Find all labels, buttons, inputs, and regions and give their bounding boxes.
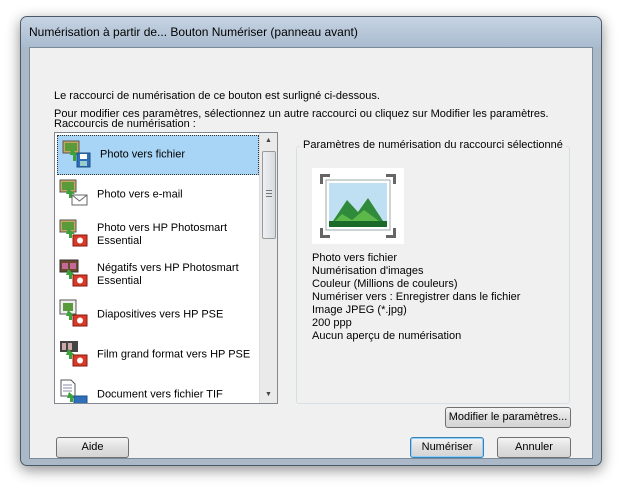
list-item-document-to-tif[interactable]: Document vers fichier TIF xyxy=(55,375,259,403)
list-item-label: Photo vers HP Photosmart Essential xyxy=(97,222,228,247)
settings-details: Photo vers fichier Numérisation d'images… xyxy=(312,252,520,343)
photo-preview-icon xyxy=(320,174,396,238)
shortcuts-list[interactable]: Photo vers fichier Photo vers e-mail Pho… xyxy=(54,132,278,404)
preview-thumbnail xyxy=(312,168,404,244)
dialog-body: Le raccourci de numérisation de ce bouto… xyxy=(29,47,593,459)
detail-line: Aucun aperçu de numérisation xyxy=(312,330,462,342)
document-to-tif-icon xyxy=(59,378,89,403)
list-item-label: Film grand format vers HP PSE xyxy=(97,348,251,361)
scroll-down-arrow-icon[interactable]: ▼ xyxy=(260,387,277,403)
list-item-large-film-to-hp[interactable]: Film grand format vers HP PSE xyxy=(55,335,259,375)
shortcuts-label: Raccourcis de numérisation : xyxy=(54,118,196,130)
photo-to-email-icon xyxy=(59,178,89,208)
help-button[interactable]: Aide xyxy=(56,437,129,458)
detail-line: Numériser vers : Enregistrer dans le fic… xyxy=(312,291,521,303)
scan-button[interactable]: Numériser xyxy=(410,437,484,458)
scroll-thumb[interactable] xyxy=(262,151,276,239)
list-item-label: Document vers fichier TIF xyxy=(97,388,223,401)
list-item-label: Négatifs vers HP Photosmart Essential xyxy=(97,262,239,287)
list-item-photo-to-hp[interactable]: Photo vers HP Photosmart Essential xyxy=(55,215,259,255)
photo-to-file-icon xyxy=(62,139,92,169)
detail-line: Image JPEG (*.jpg) xyxy=(312,304,407,316)
large-film-to-hp-icon xyxy=(59,338,89,368)
intro-line-1: Le raccourci de numérisation de ce bouto… xyxy=(54,90,380,102)
list-item-photo-to-file[interactable]: Photo vers fichier xyxy=(57,135,259,175)
modify-settings-button[interactable]: Modifier le paramètres... xyxy=(445,407,571,428)
list-item-slides-to-hp[interactable]: Diapositives vers HP PSE xyxy=(55,295,259,335)
list-item-label: Photo vers e-mail xyxy=(97,188,183,201)
scroll-up-arrow-icon[interactable]: ▲ xyxy=(260,133,277,149)
cancel-button[interactable]: Annuler xyxy=(497,437,571,458)
detail-line: Numérisation d'images xyxy=(312,265,424,277)
settings-group-legend: Paramètres de numérisation du raccourci … xyxy=(300,139,566,151)
list-scrollbar[interactable]: ▲ ▼ xyxy=(259,133,277,403)
photo-to-hp-icon xyxy=(59,218,89,248)
negatives-to-hp-icon xyxy=(59,258,89,288)
window-title: Numérisation à partir de... Bouton Numér… xyxy=(29,25,358,39)
title-bar[interactable]: Numérisation à partir de... Bouton Numér… xyxy=(21,17,601,47)
list-item-label: Diapositives vers HP PSE xyxy=(97,308,224,321)
list-item-negatives-to-hp[interactable]: Négatifs vers HP Photosmart Essential xyxy=(55,255,259,295)
scan-dialog-window: Numérisation à partir de... Bouton Numér… xyxy=(20,16,602,466)
detail-line: 200 ppp xyxy=(312,317,352,329)
slides-to-hp-icon xyxy=(59,298,89,328)
detail-line: Photo vers fichier xyxy=(312,252,397,264)
list-item-label: Photo vers fichier xyxy=(100,148,185,161)
detail-line: Couleur (Millions de couleurs) xyxy=(312,278,458,290)
list-item-photo-to-email[interactable]: Photo vers e-mail xyxy=(55,175,259,215)
